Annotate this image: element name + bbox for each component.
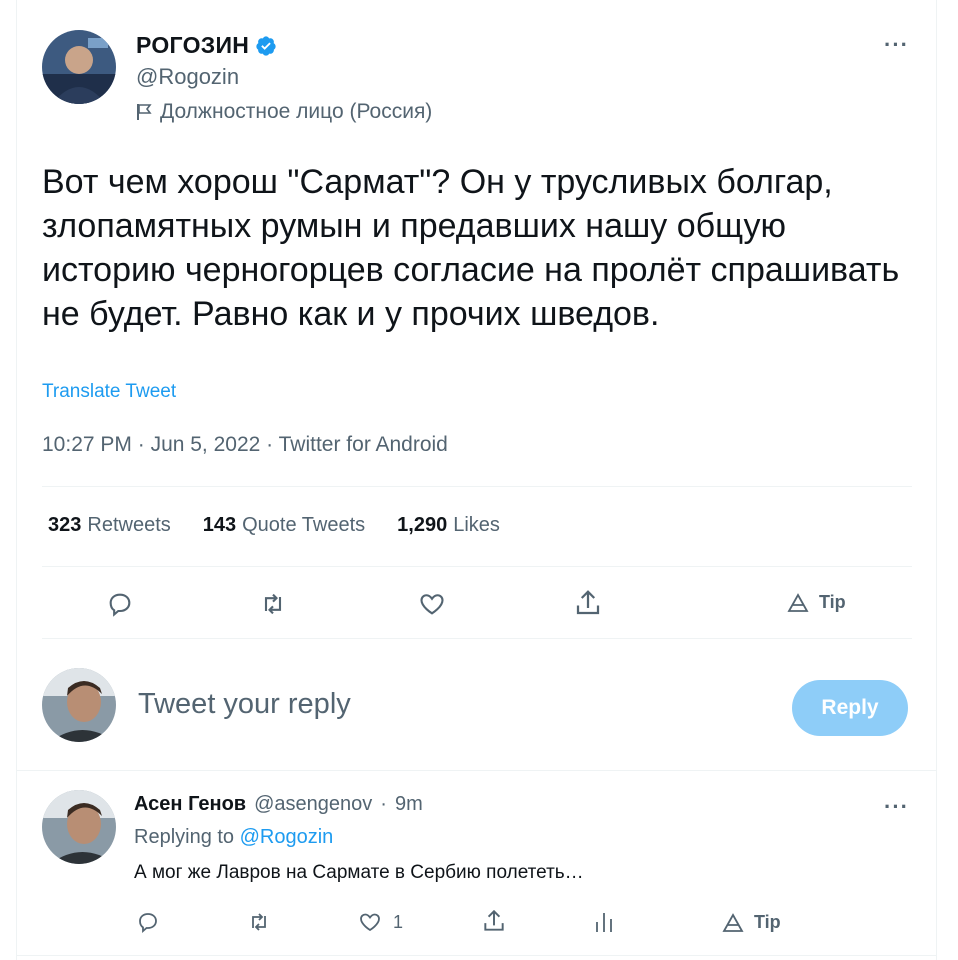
retweet-icon <box>252 913 266 931</box>
retweets-stat[interactable]: 323 Retweets <box>48 514 171 537</box>
reply-author-name[interactable]: Асен Генов <box>134 793 246 816</box>
analytics-icon <box>596 913 612 932</box>
reply-author: Асен Генов @asengenov · 9m <box>134 793 423 816</box>
reply-text: А мог же Лавров на Сармате в Сербию поле… <box>134 862 584 883</box>
tip-button[interactable]: Tip <box>787 592 846 613</box>
divider <box>42 486 912 487</box>
divider <box>16 955 937 956</box>
tweet-metadata: 10:27 PM · Jun 5, 2022 · Twitter for And… <box>42 433 448 457</box>
reply-retweet-button[interactable] <box>246 910 272 934</box>
retweets-count: 323 <box>48 514 82 536</box>
government-label-text: Должностное лицо (Россия) <box>160 100 433 123</box>
tip-icon <box>722 912 744 932</box>
author-name-text[interactable]: РОГОЗИН <box>136 32 249 59</box>
frame-border-left <box>16 0 17 960</box>
tweet-text: Вот чем хорош "Сармат"? Он у трусливых б… <box>42 163 900 333</box>
author-name[interactable]: РОГОЗИН <box>136 32 277 59</box>
likes-count: 1,290 <box>397 514 448 536</box>
heart-icon <box>420 594 444 615</box>
reply-submit-button[interactable]: Reply <box>792 680 908 736</box>
author-avatar[interactable] <box>42 30 116 104</box>
heart-icon <box>360 913 380 932</box>
reply-tip-label: Tip <box>754 912 781 932</box>
reply-share-button[interactable] <box>481 908 507 934</box>
tip-icon <box>787 592 809 612</box>
replying-to-prefix: Replying to <box>134 826 235 848</box>
reply-author-avatar[interactable] <box>42 790 116 864</box>
reply-more-icon[interactable]: ··· <box>884 794 909 820</box>
quote-tweets-count: 143 <box>202 514 237 536</box>
reply-icon <box>109 593 131 617</box>
frame-border-right <box>936 0 937 960</box>
reply-reply-button[interactable] <box>136 910 160 934</box>
divider <box>16 770 937 771</box>
retweet-button[interactable] <box>258 590 288 618</box>
reply-time[interactable]: 9m <box>395 793 423 816</box>
meta-separator: · <box>131 433 151 456</box>
current-user-avatar[interactable] <box>42 668 116 742</box>
tweet-time[interactable]: 10:27 PM <box>42 433 132 456</box>
reply-input[interactable]: Tweet your reply <box>138 688 351 721</box>
likes-label: Likes <box>453 514 500 536</box>
retweets-label: Retweets <box>87 514 171 536</box>
reply-icon <box>139 913 157 933</box>
reply-author-handle[interactable]: @asengenov <box>254 793 372 816</box>
retweet-icon <box>264 593 282 615</box>
tweet-date[interactable]: Jun 5, 2022 <box>151 433 261 456</box>
tip-label: Tip <box>819 592 846 612</box>
translate-tweet-link[interactable]: Translate Tweet <box>42 381 176 403</box>
reply-time-separator: · <box>380 793 387 815</box>
author-handle[interactable]: @Rogozin <box>136 64 239 90</box>
replying-to: Replying to @Rogozin <box>134 826 333 849</box>
share-icon <box>484 909 504 931</box>
government-label: Должностное лицо (Россия) <box>136 100 432 124</box>
meta-separator: · <box>260 433 279 456</box>
like-button[interactable] <box>417 590 447 618</box>
divider <box>42 638 912 639</box>
reply-analytics-button[interactable] <box>593 910 615 934</box>
reply-button[interactable] <box>106 590 134 618</box>
reply-tip-button[interactable]: Tip <box>722 912 781 933</box>
verified-badge-icon <box>256 35 276 56</box>
quote-tweets-stat[interactable]: 143 Quote Tweets <box>203 514 365 537</box>
more-icon[interactable]: ··· <box>884 32 909 58</box>
share-icon <box>576 590 600 615</box>
replying-to-mention[interactable]: @Rogozin <box>240 826 334 848</box>
tweet-stats: 323 Retweets 143 Quote Tweets 1,290 Like… <box>48 514 500 537</box>
divider <box>42 566 912 567</box>
flag-icon <box>137 104 152 120</box>
quote-tweets-label: Quote Tweets <box>242 514 366 536</box>
reply-like-button[interactable]: 1 <box>357 910 403 934</box>
likes-stat[interactable]: 1,290 Likes <box>397 514 500 537</box>
share-button[interactable] <box>573 588 603 618</box>
tweet-source[interactable]: Twitter for Android <box>279 433 448 456</box>
reply-like-count: 1 <box>393 911 404 932</box>
